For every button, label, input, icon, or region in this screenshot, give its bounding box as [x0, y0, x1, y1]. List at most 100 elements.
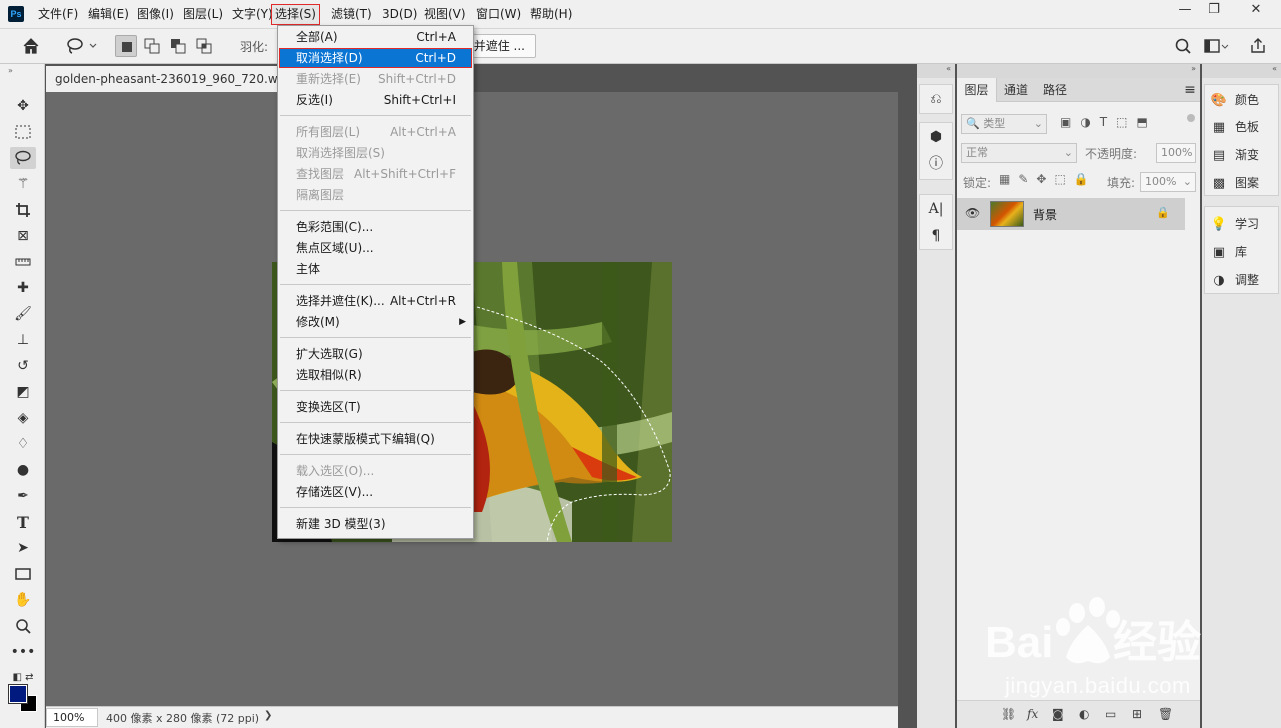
panel-menu-icon[interactable]: ≡ — [1181, 78, 1199, 102]
menu-help[interactable]: 帮助(H) — [530, 6, 572, 23]
home-button[interactable] — [20, 35, 42, 57]
panel-collapse-icon[interactable]: « — [1202, 64, 1281, 78]
share-button[interactable] — [1247, 35, 1269, 57]
menu-item-find-layers[interactable]: 查找图层 Alt+Shift+Ctrl+F — [279, 164, 472, 184]
menu-item-subject[interactable]: 主体 — [279, 259, 472, 279]
visibility-eye-icon[interactable]: 👁 — [965, 206, 980, 220]
new-layer-icon[interactable]: ⊞ — [1132, 707, 1142, 721]
menu-item-new-3d-model[interactable]: 新建 3D 模型(3) — [279, 514, 472, 534]
3d-panel-icon[interactable]: ⬢ — [926, 127, 946, 147]
menu-item-select-and-mask[interactable]: 选择并遮住(K)... Alt+Ctrl+R — [279, 291, 472, 311]
fill-field[interactable]: 100% ⌄ — [1140, 172, 1196, 192]
layer-row[interactable]: 👁 背景 🔒 — [957, 198, 1185, 230]
subtract-selection-button[interactable] — [167, 35, 189, 57]
menu-3d[interactable]: 3D(D) — [382, 6, 417, 23]
menu-item-deselect-layers[interactable]: 取消选择图层(S) — [279, 143, 472, 163]
menu-file[interactable]: 文件(F) — [38, 6, 78, 23]
lasso-preset-picker[interactable] — [64, 35, 102, 57]
ruler-tool-icon[interactable] — [10, 251, 36, 273]
type-tool-icon[interactable]: T — [10, 511, 36, 533]
healing-brush-tool-icon[interactable]: ✚ — [10, 277, 36, 299]
opacity-field[interactable]: 100% — [1156, 143, 1196, 163]
magic-wand-tool-icon[interactable]: ⚚ — [10, 173, 36, 195]
link-icon[interactable]: ⛓ — [1001, 707, 1016, 721]
layer-name[interactable]: 背景 — [1033, 206, 1057, 223]
layer-lock-icon[interactable]: 🔒 — [1156, 206, 1170, 219]
crop-tool-icon[interactable] — [10, 199, 36, 221]
lock-options-icons[interactable]: ▦✎✥⬚🔒 — [999, 172, 1097, 186]
panel-libraries[interactable]: ▣ 库 — [1210, 241, 1247, 263]
group-icon[interactable]: ▭ — [1105, 707, 1116, 721]
dodge-tool-icon[interactable]: ● — [10, 459, 36, 481]
menu-item-all-layers[interactable]: 所有图层(L) Alt+Ctrl+A — [279, 122, 472, 142]
document-tab[interactable]: golden-pheasant-236019_960_720.webp.j — [46, 66, 278, 92]
menu-type[interactable]: 文字(Y) — [232, 6, 273, 23]
trash-icon[interactable]: 🗑 — [1158, 707, 1173, 721]
menu-item-save-selection[interactable]: 存储选区(V)... — [279, 482, 472, 502]
menu-layer[interactable]: 图层(L) — [183, 6, 223, 23]
status-menu-arrow-icon[interactable]: ❯ — [264, 710, 272, 721]
menu-item-transform-selection[interactable]: 变换选区(T) — [279, 397, 472, 417]
zoom-level-field[interactable]: 100% — [46, 708, 98, 727]
info-panel-icon[interactable]: ⓘ — [926, 154, 946, 174]
menu-item-modify[interactable]: 修改(M) ▶ — [279, 312, 472, 332]
hand-tool-icon[interactable]: ✋ — [10, 589, 36, 611]
collapse-arrows-icon[interactable]: « — [917, 64, 955, 78]
filter-kind-select[interactable]: 🔍 类型 ⌄ — [961, 114, 1047, 134]
blur-tool-icon[interactable]: ♢ — [10, 433, 36, 455]
panel-color[interactable]: 🎨 颜色 — [1210, 89, 1259, 111]
layer-filter-icons[interactable]: ▣◑T⬚⬒ — [1060, 115, 1157, 129]
tab-layers[interactable]: 图层 — [957, 78, 997, 102]
eraser-tool-icon[interactable]: ◩ — [10, 381, 36, 403]
menu-select[interactable]: 选择(S) — [271, 4, 320, 25]
menu-item-select-all[interactable]: 全部(A) Ctrl+A — [279, 27, 472, 47]
workspace-button[interactable] — [1202, 35, 1230, 57]
menu-item-reselect[interactable]: 重新选择(E) Shift+Ctrl+D — [279, 69, 472, 89]
brush-tool-icon[interactable]: 🖌 — [10, 303, 36, 325]
filter-toggle-icon[interactable] — [1187, 114, 1195, 122]
collapse-toolbar-icon[interactable]: » — [8, 66, 13, 75]
menu-filter[interactable]: 滤镜(T) — [331, 6, 372, 23]
search-button[interactable] — [1172, 35, 1194, 57]
paint-bucket-tool-icon[interactable]: ◈ — [10, 407, 36, 429]
menu-image[interactable]: 图像(I) — [137, 6, 174, 23]
blend-mode-select[interactable]: 正常 ⌄ — [961, 143, 1077, 163]
path-selection-tool-icon[interactable]: ➤ — [10, 537, 36, 559]
foreground-color-swatch[interactable] — [8, 684, 28, 704]
rectangle-tool-icon[interactable] — [10, 563, 36, 585]
menu-view[interactable]: 视图(V) — [424, 6, 466, 23]
menu-item-deselect[interactable]: 取消选择(D) Ctrl+D — [279, 48, 472, 68]
zoom-tool-icon[interactable] — [10, 615, 36, 637]
menu-window[interactable]: 窗口(W) — [476, 6, 521, 23]
menu-item-similar[interactable]: 选取相似(R) — [279, 365, 472, 385]
panel-patterns[interactable]: ▩ 图案 — [1210, 172, 1259, 194]
menu-item-isolate-layers[interactable]: 隔离图层 — [279, 185, 472, 205]
fx-icon[interactable]: fx — [1027, 707, 1038, 721]
history-brush-tool-icon[interactable]: ↺ — [10, 355, 36, 377]
panel-adjustments[interactable]: ◑ 调整 — [1210, 269, 1259, 291]
more-tools-icon[interactable]: ••• — [10, 641, 36, 663]
frame-tool-icon[interactable]: ⊠ — [10, 225, 36, 247]
tab-channels[interactable]: 通道 — [997, 78, 1035, 102]
menu-item-quick-mask[interactable]: 在快速蒙版模式下编辑(Q) — [279, 429, 472, 449]
menu-item-inverse[interactable]: 反选(I) Shift+Ctrl+I — [279, 90, 472, 110]
character-panel-icon[interactable]: A| — [926, 199, 946, 219]
intersect-selection-button[interactable] — [193, 35, 215, 57]
adjustment-icon[interactable]: ◐ — [1079, 707, 1089, 721]
history-panel-icon[interactable]: ⎌ — [926, 89, 946, 109]
menu-edit[interactable]: 编辑(E) — [88, 6, 129, 23]
pen-tool-icon[interactable]: ✒ — [10, 485, 36, 507]
panel-swatches[interactable]: ▦ 色板 — [1210, 116, 1259, 138]
add-to-selection-button[interactable] — [141, 35, 163, 57]
menu-item-load-selection[interactable]: 载入选区(O)... — [279, 461, 472, 481]
panel-learn[interactable]: 💡 学习 — [1210, 213, 1259, 235]
close-button[interactable]: ✕ — [1236, 0, 1276, 20]
paragraph-panel-icon[interactable]: ¶ — [926, 226, 946, 246]
new-selection-button[interactable] — [115, 35, 137, 57]
lasso-tool-icon[interactable] — [10, 147, 36, 169]
mask-icon[interactable]: ◙ — [1052, 707, 1064, 721]
panel-gradients[interactable]: ▤ 渐变 — [1210, 144, 1259, 166]
panel-collapse-icon[interactable]: » — [957, 64, 1200, 78]
menu-item-color-range[interactable]: 色彩范围(C)... — [279, 217, 472, 237]
tab-paths[interactable]: 路径 — [1035, 78, 1075, 102]
